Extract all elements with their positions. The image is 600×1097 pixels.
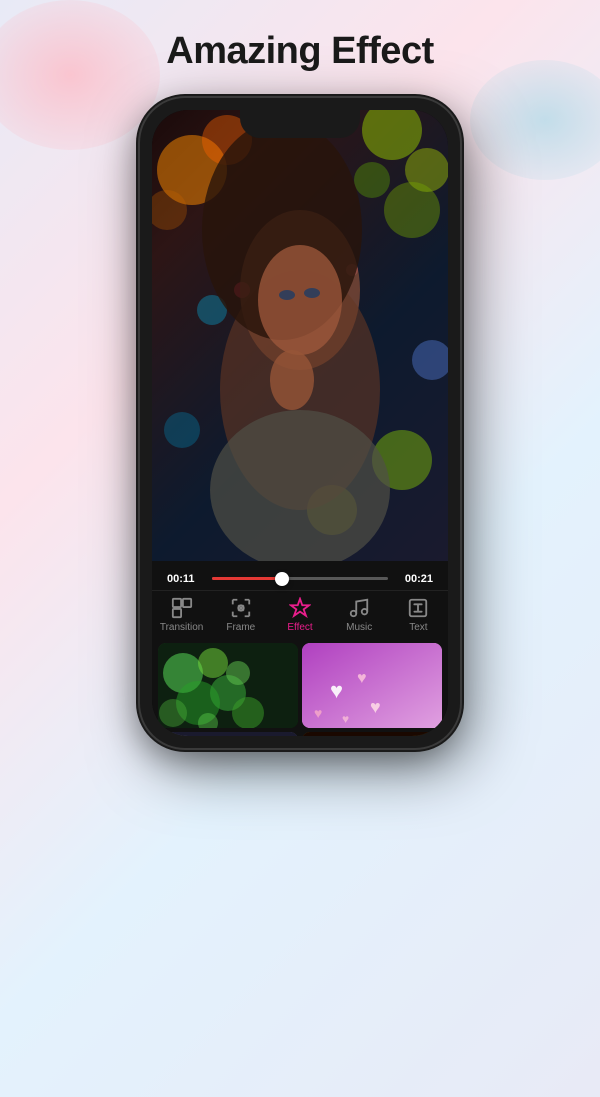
video-area[interactable]	[152, 110, 448, 561]
progress-thumb[interactable]	[275, 572, 289, 586]
svg-text:♥: ♥	[314, 705, 322, 721]
tab-transition[interactable]: Transition	[152, 597, 211, 633]
svg-text:♥: ♥	[342, 712, 349, 726]
phone-device: 00:11 00:21	[140, 98, 460, 748]
phone-screen: 00:11 00:21	[152, 110, 448, 736]
thumbnail-1[interactable]	[158, 643, 298, 728]
svg-text:♥: ♥	[370, 697, 381, 717]
time-current: 00:11	[167, 573, 202, 585]
phone-wrapper: 00:11 00:21	[0, 98, 600, 748]
time-total: 00:21	[398, 573, 433, 585]
thumbnail-4[interactable]	[302, 732, 442, 736]
tab-transition-label: Transition	[160, 622, 204, 633]
svg-text:♥: ♥	[357, 670, 367, 687]
phone-notch	[240, 110, 360, 138]
thumbnails-grid: ♥ ♥ ♥ ♥ ♥	[152, 637, 448, 736]
tab-frame-label: Frame	[226, 622, 255, 633]
tab-music[interactable]: Music	[330, 597, 389, 633]
tab-text[interactable]: Text	[389, 597, 448, 633]
tab-effect[interactable]: Effect	[270, 597, 329, 633]
svg-text:♥: ♥	[330, 678, 343, 703]
tabs-bar: Transition Frame	[152, 590, 448, 637]
progress-bar-container[interactable]: 00:11 00:21	[152, 561, 448, 590]
thumbnail-3[interactable]	[158, 732, 298, 736]
progress-fill	[212, 577, 282, 580]
tab-music-label: Music	[346, 622, 372, 633]
tab-text-label: Text	[409, 622, 427, 633]
thumbnail-2[interactable]: ♥ ♥ ♥ ♥ ♥	[302, 643, 442, 728]
tab-effect-label: Effect	[287, 622, 312, 633]
tab-frame[interactable]: Frame	[211, 597, 270, 633]
progress-track[interactable]	[212, 577, 388, 580]
bokeh-overlay	[152, 110, 448, 561]
timeline-area: 00:11 00:21	[152, 561, 448, 736]
